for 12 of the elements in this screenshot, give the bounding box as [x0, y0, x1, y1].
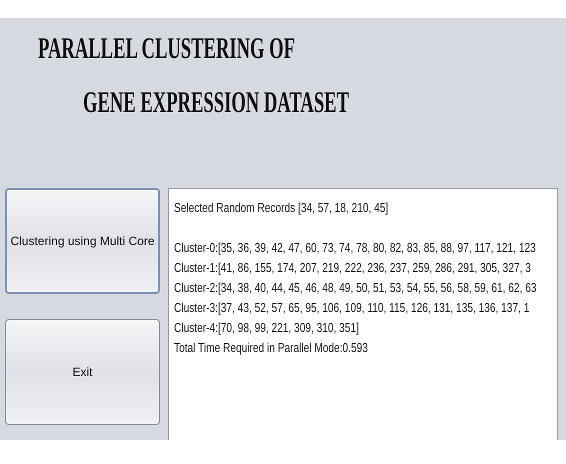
app-title: GENE EXPRESSION DATASET [83, 86, 349, 120]
output-line: Cluster-1:[41, 86, 155, 174, 207, 219, 222, 236, 237, 259, 286, 291, 305, 327, 3 [174, 260, 531, 275]
output-line: Cluster-2:[34, 38, 40, 44, 45, 46, 48, 49, 50, 51, 53, 54, 55, 56, 58, 59, 61, 62, 63 [174, 280, 536, 295]
output-line: Cluster-0:[35, 36, 39, 42, 47, 60, 73, 74, 78, 80, 82, 83, 85, 88, 97, 117, 121, 123 [174, 240, 536, 255]
exit-button[interactable]: Exit [5, 319, 160, 425]
output-line: Cluster-4:[70, 98, 99, 221, 309, 310, 351] [174, 320, 359, 335]
clustering-button[interactable]: Clustering using Multi Core [5, 188, 160, 294]
output-area[interactable] [168, 188, 558, 440]
output-line: Cluster-3:[37, 43, 52, 57, 65, 95, 106, 109, 110, 115, 126, 131, 135, 136, 137, 1 [174, 300, 530, 315]
app-title: PARALLEL CLUSTERING OF [38, 32, 295, 66]
output-line: Total Time Required in Parallel Mode:0.593 [174, 340, 368, 355]
output-line: Selected Random Records [34, 57, 18, 210, 45] [174, 200, 388, 215]
